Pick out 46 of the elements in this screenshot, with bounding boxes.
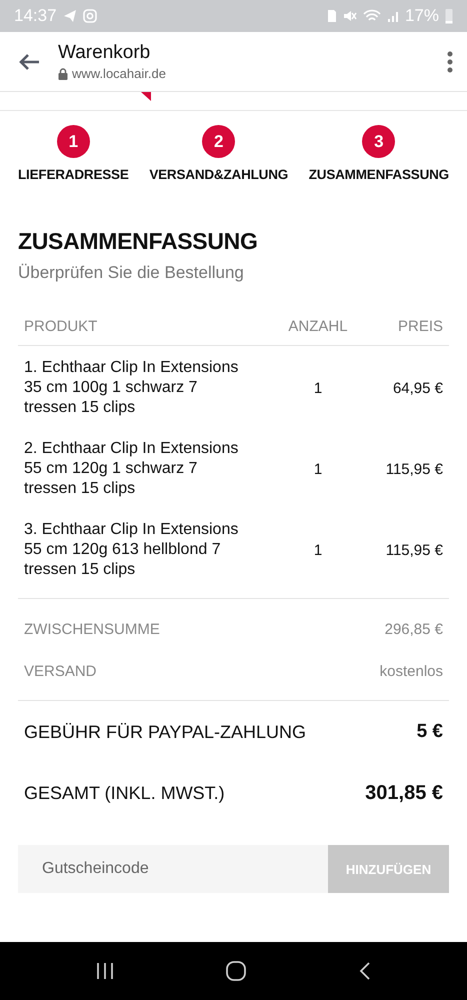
signal-icon: [386, 9, 399, 23]
section-heading: ZUSAMMENFASSUNG: [18, 228, 259, 255]
total-value: kostenlos: [380, 662, 443, 680]
product-name: 3. Echthaar Clip In Extensions 55 cm 120g 613 hellblond 7 tressen 15 clips: [24, 520, 240, 580]
step-label: VERSAND&ZAHLUNG: [149, 167, 288, 182]
page-url: www.locahair.de: [72, 66, 166, 81]
quantity: 1: [312, 542, 324, 558]
quantity: 1: [312, 380, 324, 396]
product-name: 2. Echthaar Clip In Extensions 55 cm 120g 1 schwarz 7 tressen 15 clips: [24, 439, 240, 499]
triangle-mark-icon: [141, 92, 151, 101]
price: 115,95 €: [384, 542, 443, 558]
mute-icon: [342, 9, 357, 23]
total-label: ZWISCHENSUMME: [24, 620, 160, 638]
price: 64,95 €: [392, 380, 443, 396]
section-subheading: Überprüfen Sie die Bestellung: [18, 263, 245, 283]
wifi-icon: [362, 9, 381, 23]
home-icon[interactable]: [226, 961, 246, 981]
more-options-icon[interactable]: [447, 50, 453, 72]
total-value: 5 €: [416, 721, 443, 743]
lock-icon: [58, 68, 68, 80]
step-number: 1: [56, 125, 90, 158]
send-icon: [62, 9, 77, 23]
step-number: 3: [362, 125, 396, 158]
quantity: 1: [312, 460, 324, 478]
sim-card-icon: [326, 9, 337, 23]
total-label: GEBÜHR FÜR PAYPAL-ZAHLUNG: [24, 722, 306, 742]
total-value: 301,85 €: [365, 782, 443, 804]
page-title: Warenkorb: [58, 42, 152, 64]
step-label: ZUSAMMENFASSUNG: [308, 167, 449, 182]
column-header: PREIS: [396, 318, 443, 335]
total-label: GESAMT (INKL. MWST.): [24, 782, 225, 804]
step-label: LIEFERADRESSE: [18, 167, 129, 182]
camera-icon: [82, 9, 97, 23]
add-coupon-button[interactable]: HINZUFÜGEN: [328, 845, 449, 893]
total-label: VERSAND: [24, 662, 97, 680]
recent-apps-icon[interactable]: [96, 962, 114, 980]
product-name: 1. Echthaar Clip In Extensions 35 cm 100g 1 schwarz 7 tressen 15 clips: [24, 358, 240, 418]
coupon-code-field[interactable]: Gutscheincode: [18, 845, 328, 893]
back-arrow-icon[interactable]: [18, 52, 40, 70]
column-header: ANZAHL: [287, 318, 349, 335]
back-icon[interactable]: [358, 961, 371, 981]
price: 115,95 €: [384, 460, 443, 478]
step-number: 2: [202, 125, 236, 158]
battery-icon: [445, 8, 453, 24]
total-value: 296,85 €: [384, 620, 443, 638]
column-header: PRODUKT: [24, 318, 98, 335]
